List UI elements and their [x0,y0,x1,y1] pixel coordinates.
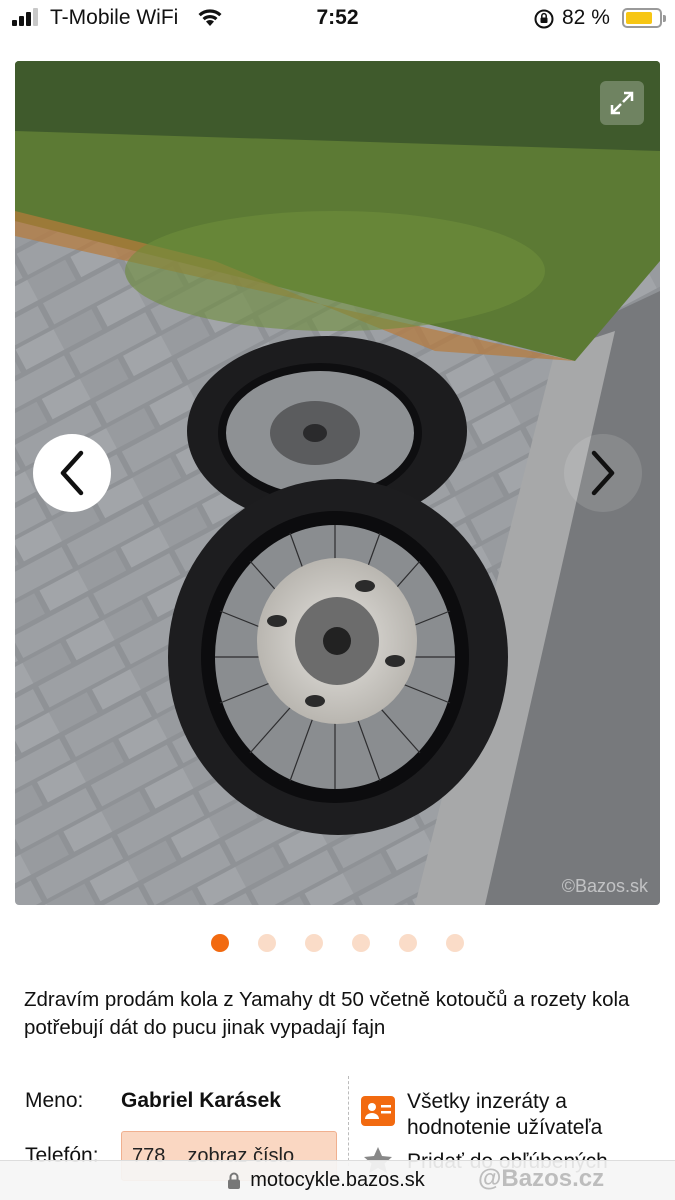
pagination-dot[interactable] [352,934,370,952]
listing-description: Zdravím prodám kola z Yamahy dt 50 včetn… [24,988,630,1039]
pagination-dot[interactable] [446,934,464,952]
browser-url-bar[interactable]: motocykle.bazos.sk @Bazos.cz [0,1160,675,1200]
seller-name: Gabriel Karásek [121,1089,281,1112]
all-user-ads-link[interactable]: Všetky inzeráty a hodnotenie užívateľa [407,1089,657,1141]
battery-percent: 82 % [562,6,610,29]
user-card-icon [361,1096,395,1126]
previous-photo-button[interactable] [33,434,111,512]
pagination-dot[interactable] [305,934,323,952]
pagination-dot[interactable] [211,934,229,952]
next-photo-button[interactable] [564,434,642,512]
site-watermark: @Bazos.cz [478,1165,605,1192]
photo-pagination [0,934,675,952]
orientation-lock-icon [533,8,555,35]
listing-photo[interactable]: ©Bazos.sk [15,61,660,905]
status-bar: T-Mobile WiFi 7:52 82 % [0,0,675,38]
seller-name-label: Meno: [25,1089,84,1112]
chevron-left-icon [60,450,84,496]
photo-watermark: ©Bazos.sk [561,876,648,896]
battery-icon [622,8,666,28]
chevron-right-icon [591,450,615,496]
pagination-dot[interactable] [399,934,417,952]
divider [348,1076,349,1166]
pagination-dot[interactable] [258,934,276,952]
expand-icon [610,91,634,115]
fullscreen-button[interactable] [600,81,644,125]
